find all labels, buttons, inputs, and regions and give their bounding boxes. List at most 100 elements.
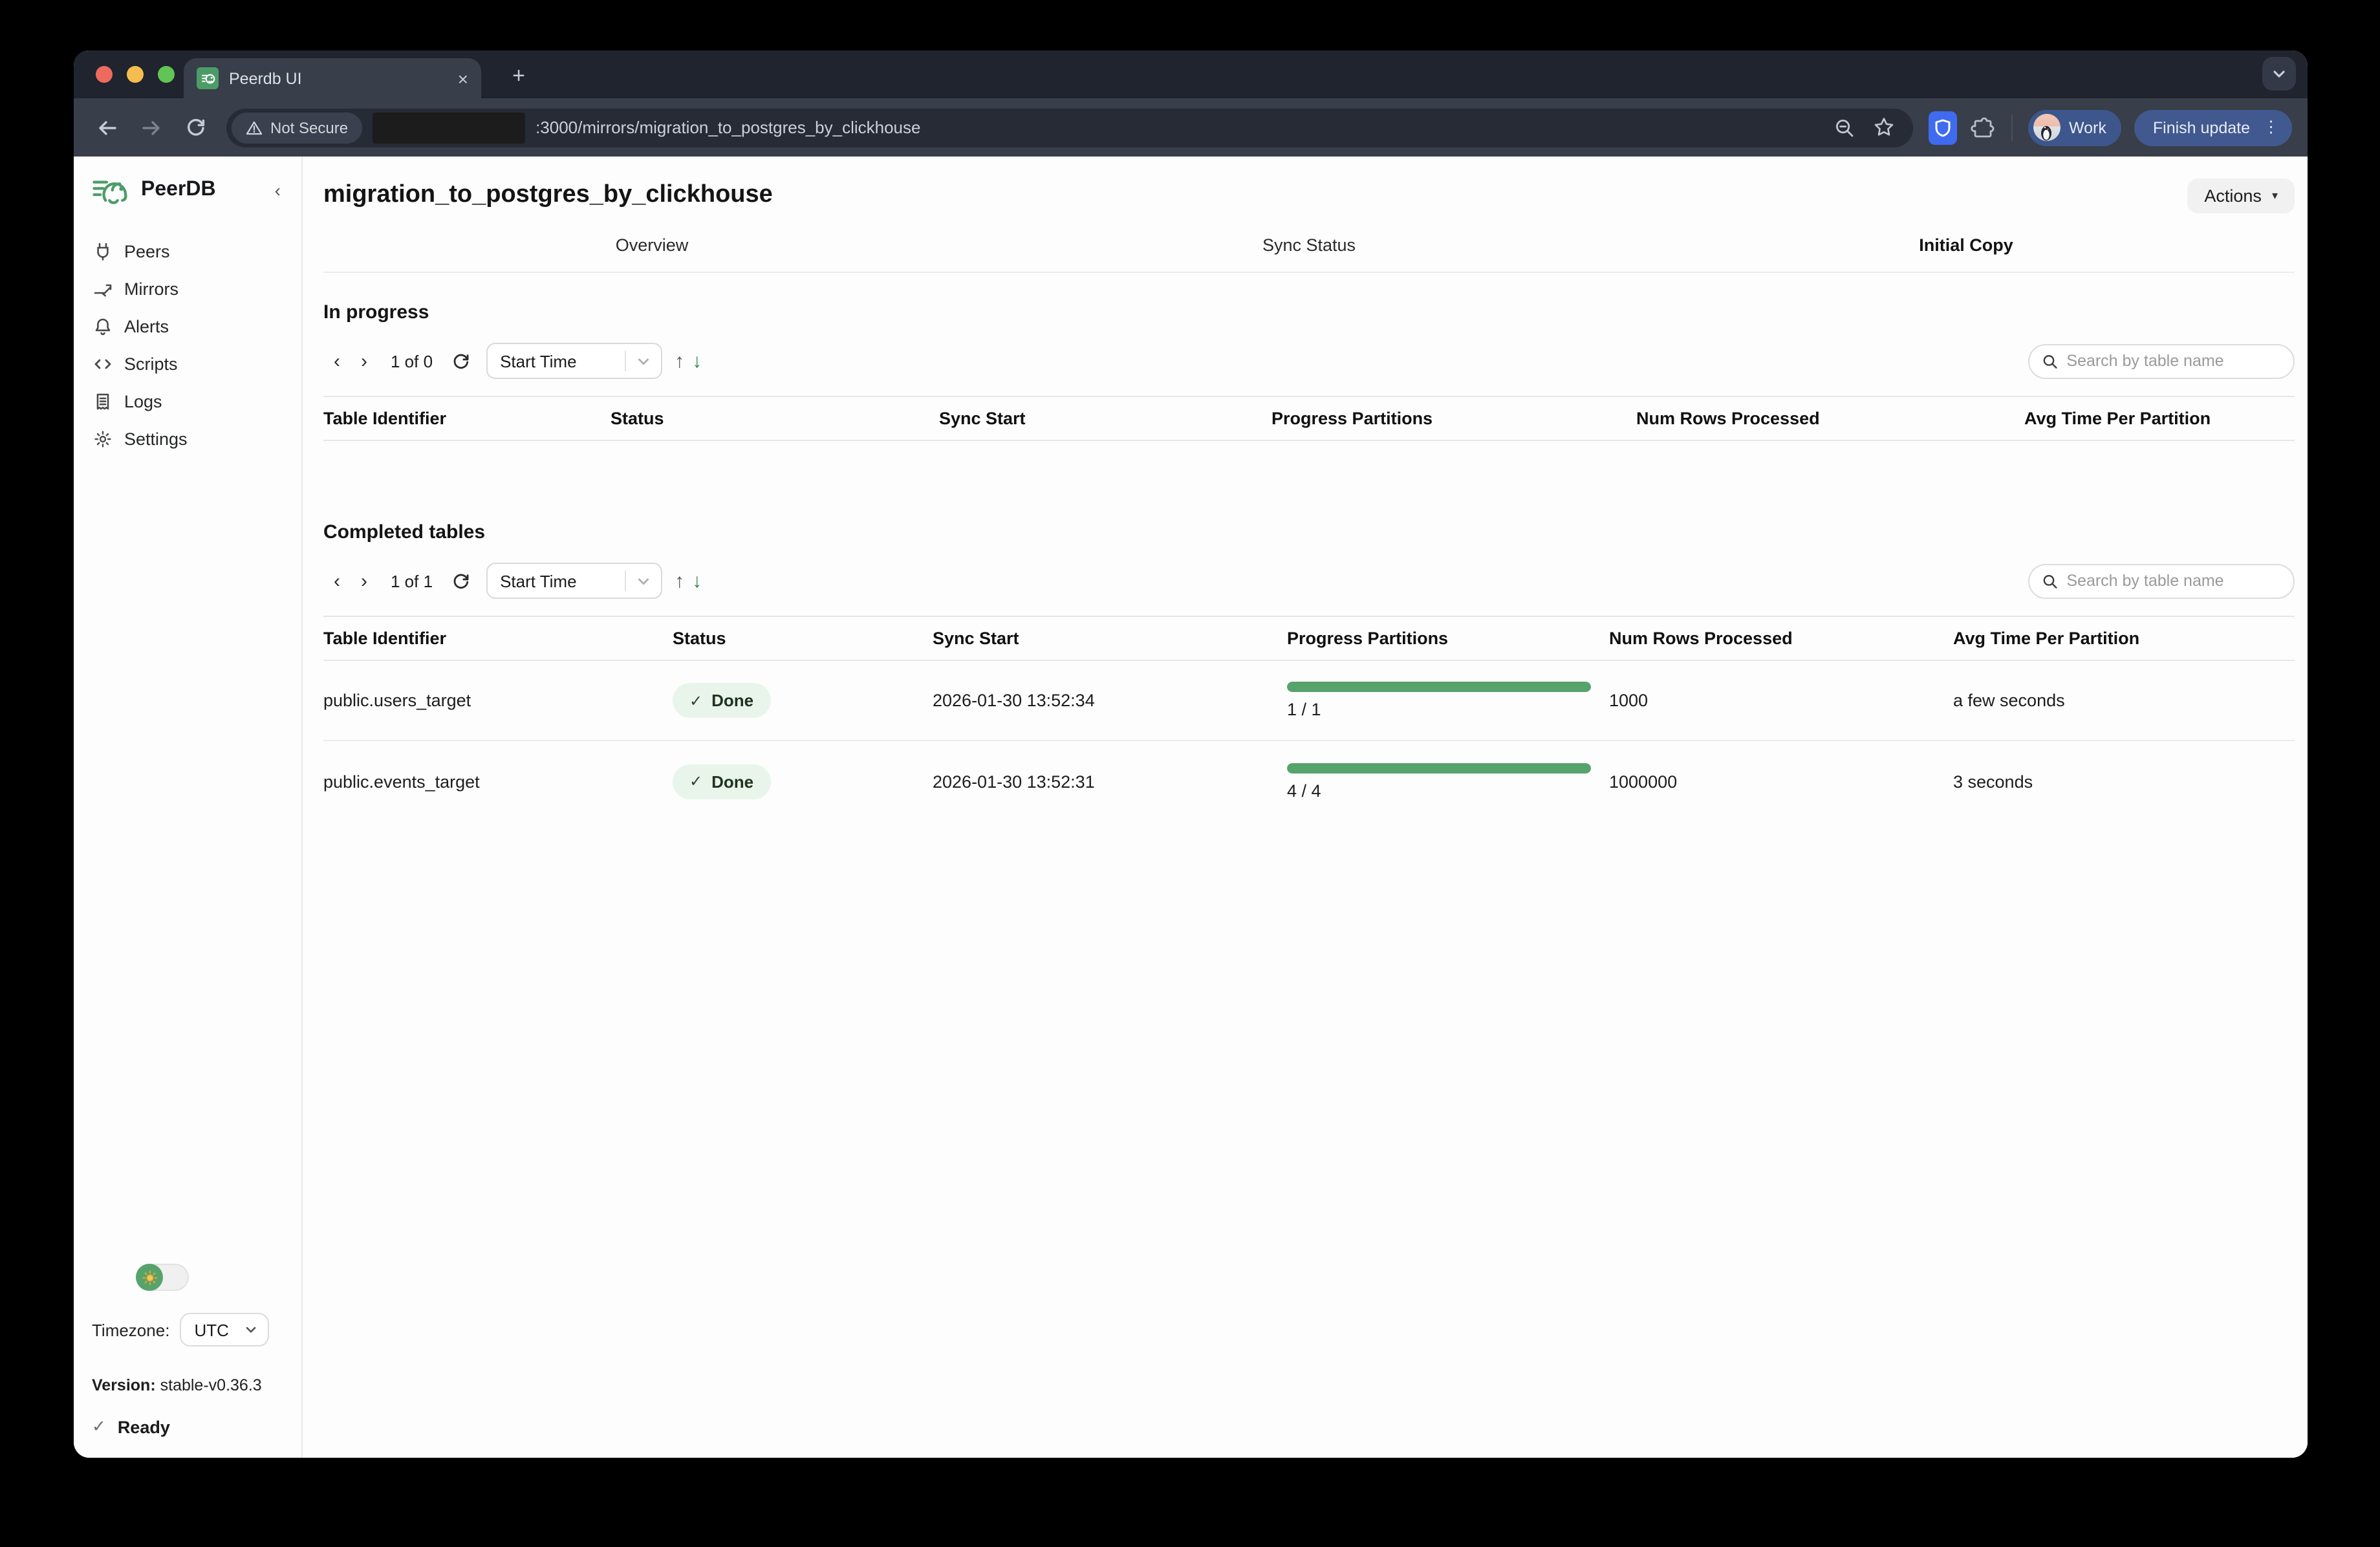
progress-bar [1287,763,1591,773]
prev-page-button[interactable]: ‹ [323,570,351,592]
chevron-down-icon [244,1323,257,1336]
extensions-puzzle-icon[interactable] [1969,114,1995,140]
peerdb-app: PeerDB ‹ Peers Mirrors Alerts [74,157,2308,1458]
zoom-window-button[interactable] [158,66,175,83]
caret-down-icon: ▾ [2272,188,2278,202]
browser-tabstrip: Peerdb UI × + [74,50,2308,98]
completed-section: Completed tables ‹ › 1 of 1 Start Time [323,521,2295,821]
timezone-select[interactable]: UTC [180,1313,268,1347]
forward-button[interactable] [133,109,169,146]
sidebar-item-scripts[interactable]: Scripts [92,351,286,378]
zoom-page-icon[interactable] [1834,117,1854,138]
sort-by-select[interactable]: Start Time [486,343,662,379]
num-rows-processed: 1000 [1609,691,1953,710]
prev-page-button[interactable]: ‹ [323,350,351,372]
sidebar-item-mirrors[interactable]: Mirrors [92,276,286,303]
status-label: Ready [118,1417,170,1436]
page-count: 1 of 0 [391,351,433,371]
in-progress-empty-body [323,441,2295,516]
version-row: Version: stable-v0.36.3 [92,1376,286,1394]
check-icon: ✓ [92,1416,106,1437]
sort-descending-button[interactable]: ↓ [692,350,702,372]
bell-icon [92,317,113,336]
search-icon [2042,572,2057,589]
browser-window: Peerdb UI × + Not Secure [74,50,2308,1458]
sort-descending-button[interactable]: ↓ [692,570,702,592]
close-window-button[interactable] [96,66,113,83]
table-identifier: public.events_target [323,772,673,791]
version-value: stable-v0.36.3 [160,1376,262,1394]
search-box[interactable] [2028,343,2295,378]
in-progress-table-header: Table Identifier Status Sync Start Progr… [323,396,2295,441]
sync-start: 2026-01-30 13:52:34 [933,691,1287,710]
sync-start: 2026-01-30 13:52:31 [933,772,1287,791]
page-count: 1 of 1 [391,571,433,590]
sidebar-nav: Peers Mirrors Alerts Scripts [92,238,286,453]
browser-menu-icon[interactable]: ⋮ [2263,120,2279,136]
refresh-button[interactable] [451,571,470,590]
not-secure-chip[interactable]: Not Secure [232,112,362,143]
search-input[interactable] [2066,572,2280,590]
sort-ascending-button[interactable]: ↑ [675,350,684,372]
status-row: ✓ Ready [92,1416,286,1437]
sidebar-item-label: Scripts [124,354,178,374]
tab-close-icon[interactable]: × [458,69,468,87]
search-input[interactable] [2066,352,2280,370]
sidebar-item-alerts[interactable]: Alerts [92,313,286,340]
in-progress-heading: In progress [323,301,2295,323]
main-content: migration_to_postgres_by_clickhouse Acti… [303,157,2308,1458]
gear-icon [92,429,113,449]
log-receipt-icon [92,392,113,411]
url-text: :3000/mirrors/migration_to_postgres_by_c… [536,118,1823,137]
refresh-button[interactable] [451,351,470,371]
status-badge: ✓ Done [673,683,770,718]
sidebar-item-settings[interactable]: Settings [92,426,286,453]
bookmark-star-icon[interactable] [1872,116,1894,138]
table-row: public.events_target ✓ Done 2026-01-30 1… [323,741,2295,821]
next-page-button[interactable]: › [351,350,378,372]
sidebar: PeerDB ‹ Peers Mirrors Alerts [74,157,303,1458]
sidebar-item-logs[interactable]: Logs [92,388,286,415]
tab-search-button[interactable] [2262,57,2296,91]
browser-toolbar: Not Secure :3000/mirrors/migration_to_po… [74,98,2308,157]
tab-initial-copy[interactable]: Initial Copy [1638,235,2295,255]
check-icon: ✓ [689,691,702,709]
sort-by-select[interactable]: Start Time [486,563,662,599]
password-extension-icon[interactable] [1928,111,1956,144]
window-controls [96,66,175,83]
finish-update-label: Finish update [2153,118,2250,136]
theme-toggle-thumb [136,1264,163,1291]
timezone-label: Timezone: [92,1320,169,1339]
tab-sync-status[interactable]: Sync Status [980,235,1638,255]
new-tab-button[interactable]: + [503,61,534,92]
actions-label: Actions [2204,186,2262,205]
sidebar-collapse-icon[interactable]: ‹ [270,180,286,200]
sort-ascending-button[interactable]: ↑ [675,570,684,592]
finish-update-button[interactable]: Finish update ⋮ [2135,109,2292,146]
actions-button[interactable]: Actions ▾ [2187,178,2295,213]
profile-label: Work [2069,118,2106,136]
address-bar[interactable]: Not Secure :3000/mirrors/migration_to_po… [226,108,1912,147]
reload-button[interactable] [177,109,213,146]
plug-icon [92,242,113,261]
sidebar-item-label: Logs [124,392,162,411]
next-page-button[interactable]: › [351,570,378,592]
browser-tab-peerdb[interactable]: Peerdb UI × [184,58,481,98]
tab-title: Peerdb UI [229,69,448,87]
search-box[interactable] [2028,563,2295,598]
profile-avatar [2033,114,2060,141]
peerdb-favicon-icon [197,67,219,89]
back-button[interactable] [89,109,125,146]
tab-overview[interactable]: Overview [323,235,980,255]
partition-count: 1 / 1 [1287,700,1599,719]
avg-time-per-partition: 3 seconds [1953,772,2295,791]
toolbar-separator [2011,114,2012,140]
mirror-arrows-icon [92,279,113,299]
table-identifier: public.users_target [323,691,673,710]
profile-chip[interactable]: Work [2028,109,2122,146]
theme-toggle[interactable] [136,1264,189,1291]
sidebar-item-peers[interactable]: Peers [92,238,286,265]
minimize-window-button[interactable] [127,66,144,83]
progress-partitions: 4 / 4 [1287,763,1609,800]
version-label: Version: [92,1376,156,1394]
